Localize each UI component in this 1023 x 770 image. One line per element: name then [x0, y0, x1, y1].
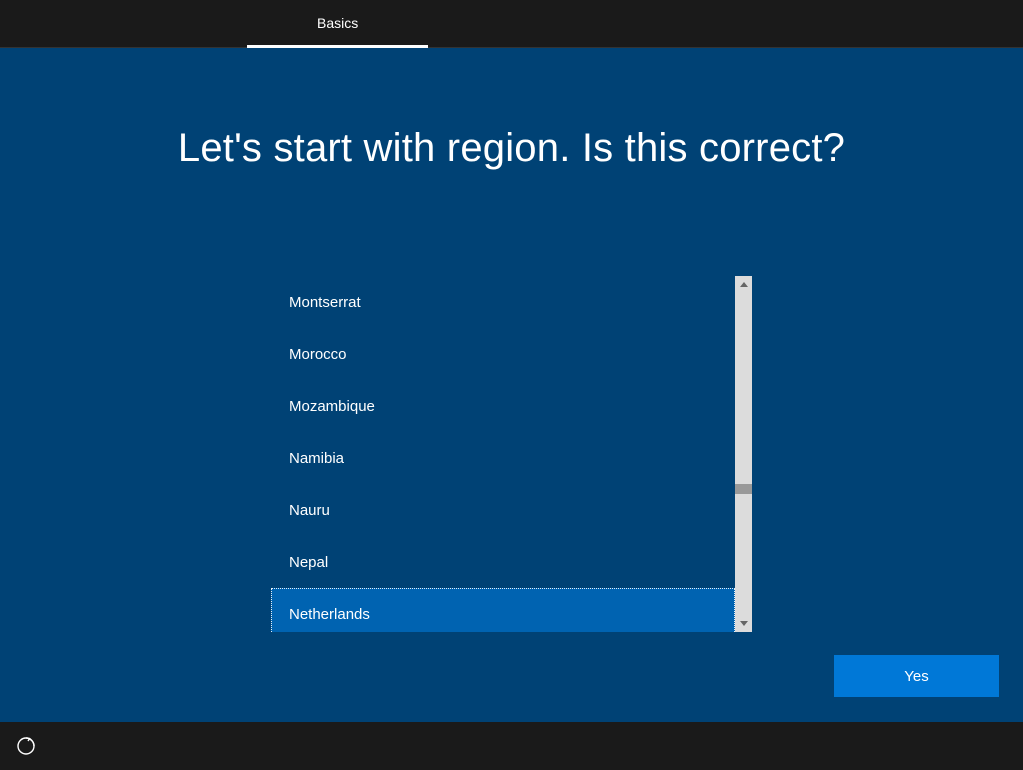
tab-spacer — [0, 0, 247, 47]
region-item-netherlands[interactable]: Netherlands — [271, 588, 735, 632]
scroll-thumb[interactable] — [735, 484, 752, 494]
region-item-nauru[interactable]: Nauru — [271, 484, 735, 536]
region-item-montserrat[interactable]: Montserrat — [271, 276, 735, 328]
yes-label: Yes — [904, 668, 928, 685]
region-item-mozambique[interactable]: Mozambique — [271, 380, 735, 432]
tab-basics[interactable]: Basics — [247, 0, 428, 48]
region-list[interactable]: Montserrat Morocco Mozambique Namibia Na… — [271, 276, 735, 632]
region-label: Namibia — [289, 450, 344, 467]
top-bar: Basics — [0, 0, 1023, 48]
region-label: Nepal — [289, 554, 328, 571]
ease-of-access-icon[interactable] — [16, 736, 36, 756]
page-title: Let's start with region. Is this correct… — [0, 126, 1023, 171]
scroll-up-icon[interactable] — [735, 276, 752, 293]
scrollbar[interactable] — [735, 276, 752, 632]
bottom-bar — [0, 722, 1023, 770]
main-content: Let's start with region. Is this correct… — [0, 48, 1023, 632]
scroll-down-icon[interactable] — [735, 615, 752, 632]
region-label: Mozambique — [289, 398, 375, 415]
tab-label: Basics — [317, 15, 358, 31]
region-label: Netherlands — [289, 606, 370, 623]
region-label: Morocco — [289, 346, 347, 363]
region-list-wrapper: Montserrat Morocco Mozambique Namibia Na… — [271, 276, 752, 632]
region-item-namibia[interactable]: Namibia — [271, 432, 735, 484]
region-item-morocco[interactable]: Morocco — [271, 328, 735, 380]
region-label: Nauru — [289, 502, 330, 519]
region-label: Montserrat — [289, 294, 361, 311]
yes-button[interactable]: Yes — [834, 655, 999, 697]
region-item-nepal[interactable]: Nepal — [271, 536, 735, 588]
